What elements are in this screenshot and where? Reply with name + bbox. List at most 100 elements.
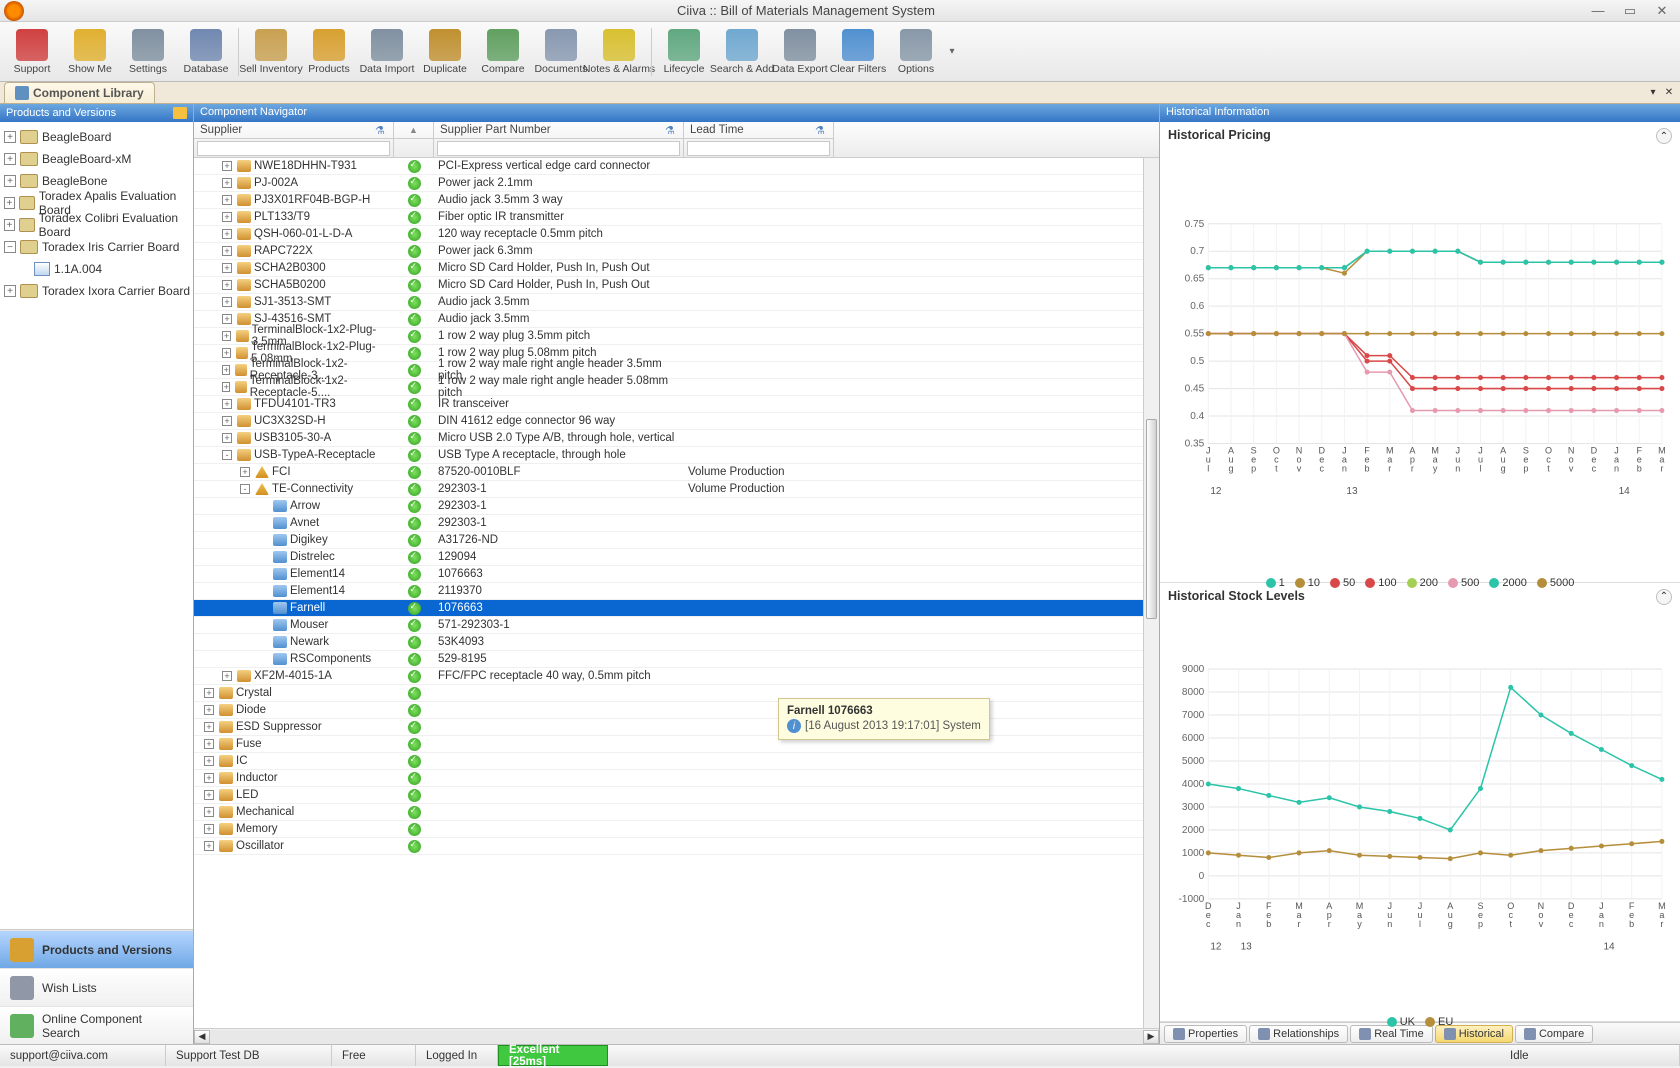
expand-icon[interactable]: + [222, 382, 230, 392]
expand-icon[interactable]: + [222, 433, 232, 443]
grid-row[interactable]: +IC [194, 753, 1159, 770]
grid-row[interactable]: +Mechanical [194, 804, 1159, 821]
expand-icon[interactable]: + [204, 773, 214, 783]
col-supplier-label[interactable]: Supplier [200, 124, 242, 136]
ribbon-options[interactable]: Options [888, 24, 944, 80]
collapse-icon[interactable]: ⌃ [1656, 128, 1672, 144]
grid-row[interactable]: Mouser 571-292303-1 [194, 617, 1159, 634]
ribbon-clear-filters[interactable]: Clear Filters [830, 24, 886, 80]
ribbon-support[interactable]: Support [4, 24, 60, 80]
ribbon-database[interactable]: Database [178, 24, 234, 80]
ribbon-show-me[interactable]: Show Me [62, 24, 118, 80]
grid-row[interactable]: +Diode [194, 702, 1159, 719]
expand-icon[interactable]: + [4, 285, 16, 297]
expand-icon[interactable]: + [4, 153, 16, 165]
expand-icon[interactable]: + [204, 722, 214, 732]
nav-online-component-search[interactable]: Online Component Search [0, 1006, 193, 1044]
scroll-left-icon[interactable]: ◀ [194, 1030, 210, 1044]
expand-icon[interactable]: + [4, 131, 16, 143]
grid-row[interactable]: Element14 1076663 [194, 566, 1159, 583]
tree-node[interactable]: +Toradex Ixora Carrier Board [2, 280, 191, 302]
grid-row[interactable]: +SCHA2B0300 Micro SD Card Holder, Push I… [194, 260, 1159, 277]
filter-icon[interactable]: ⚗ [665, 124, 677, 136]
grid-body[interactable]: +NWE18DHHN-T931 PCI-Express vertical edg… [194, 158, 1159, 1028]
filter-icon[interactable]: ⚗ [815, 124, 827, 136]
minimize-button[interactable]: — [1584, 2, 1612, 20]
tab-close-icon[interactable]: ✕ [1662, 85, 1676, 99]
grid-row[interactable]: -TE-Connectivity 292303-1 Volume Product… [194, 481, 1159, 498]
grid-row[interactable]: Arrow 292303-1 [194, 498, 1159, 515]
grid-row[interactable]: +USB3105-30-A Micro USB 2.0 Type A/B, th… [194, 430, 1159, 447]
grid-row[interactable]: +NWE18DHHN-T931 PCI-Express vertical edg… [194, 158, 1159, 175]
stock-chart[interactable]: -100001000200030004000500060007000800090… [1168, 607, 1672, 1011]
expand-icon[interactable]: + [204, 824, 214, 834]
grid-row[interactable]: +RAPC722X Power jack 6.3mm [194, 243, 1159, 260]
expand-icon[interactable]: + [222, 212, 232, 222]
grid-row[interactable]: +SJ1-3513-SMT Audio jack 3.5mm [194, 294, 1159, 311]
scrollbar-thumb[interactable] [1146, 419, 1157, 619]
ribbon-sell-inventory[interactable]: Sell Inventory [243, 24, 299, 80]
grid-row[interactable]: Newark 53K4093 [194, 634, 1159, 651]
grid-row[interactable]: Element14 2119370 [194, 583, 1159, 600]
expand-icon[interactable]: + [222, 671, 232, 681]
grid-row[interactable]: +Crystal [194, 685, 1159, 702]
grid-row[interactable]: +Oscillator [194, 838, 1159, 855]
tree-child[interactable]: 1.1A.004 [34, 258, 191, 280]
expand-icon[interactable]: - [222, 450, 232, 460]
sort-icon[interactable]: ▲ [409, 125, 418, 135]
expand-icon[interactable]: + [204, 790, 214, 800]
tree-node[interactable]: +BeagleBoard-xM [2, 148, 191, 170]
grid-row[interactable]: +ESD Suppressor [194, 719, 1159, 736]
pricing-chart[interactable]: 0.350.40.450.50.550.60.650.70.75JulAugSe… [1168, 146, 1672, 572]
grid-row[interactable]: +QSH-060-01-L-D-A 120 way receptacle 0.5… [194, 226, 1159, 243]
grid-row[interactable]: +Inductor [194, 770, 1159, 787]
grid-row[interactable]: Farnell 1076663 [194, 600, 1159, 617]
grid-row[interactable]: Avnet 292303-1 [194, 515, 1159, 532]
expand-icon[interactable]: + [204, 705, 214, 715]
expand-icon[interactable]: + [222, 246, 232, 256]
expand-icon[interactable]: + [204, 756, 214, 766]
expand-icon[interactable]: + [222, 314, 232, 324]
grid-row[interactable]: +FCI 87520-0010BLF Volume Production [194, 464, 1159, 481]
tab-component-library[interactable]: Component Library [4, 82, 155, 103]
close-button[interactable]: ✕ [1648, 2, 1676, 20]
tree-node[interactable]: +BeagleBoard [2, 126, 191, 148]
col-lead-label[interactable]: Lead Time [690, 124, 744, 136]
expand-icon[interactable]: + [222, 280, 232, 290]
products-tree[interactable]: +BeagleBoard+BeagleBoard-xM+BeagleBone+T… [0, 122, 193, 929]
tree-node[interactable]: +Toradex Colibri Evaluation Board [2, 214, 191, 236]
expand-icon[interactable]: + [204, 739, 214, 749]
ribbon-notes-alarms[interactable]: Notes & Alarms [591, 24, 647, 80]
expand-icon[interactable]: + [222, 195, 232, 205]
grid-row[interactable]: +PJ-002A Power jack 2.1mm [194, 175, 1159, 192]
ribbon-duplicate[interactable]: Duplicate [417, 24, 473, 80]
supplier-filter-input[interactable] [197, 141, 390, 156]
nav-wish-lists[interactable]: Wish Lists [0, 968, 193, 1006]
expand-icon[interactable]: − [4, 241, 16, 253]
filter-icon[interactable]: ⚗ [375, 124, 387, 136]
expand-icon[interactable]: + [240, 467, 250, 477]
scroll-right-icon[interactable]: ▶ [1143, 1030, 1159, 1044]
grid-row[interactable]: Distrelec 129094 [194, 549, 1159, 566]
grid-row[interactable]: +TerminalBlock-1x2-Receptacle-5.... 1 ro… [194, 379, 1159, 396]
ribbon-compare[interactable]: Compare [475, 24, 531, 80]
expand-icon[interactable]: + [204, 841, 214, 851]
maximize-button[interactable]: ▭ [1616, 2, 1644, 20]
tab-dropdown-icon[interactable]: ▾ [1646, 85, 1660, 99]
expand-icon[interactable]: + [222, 229, 232, 239]
grid-row[interactable]: +Memory [194, 821, 1159, 838]
part-filter-input[interactable] [437, 141, 680, 156]
expand-icon[interactable]: + [4, 197, 15, 209]
col-part-label[interactable]: Supplier Part Number [440, 124, 551, 136]
expand-icon[interactable]: + [222, 297, 232, 307]
expand-icon[interactable]: + [222, 399, 232, 409]
expand-icon[interactable]: - [240, 484, 250, 494]
ribbon-lifecycle[interactable]: Lifecycle [656, 24, 712, 80]
tree-node[interactable]: −Toradex Iris Carrier Board [2, 236, 191, 258]
grid-row[interactable]: +XF2M-4015-1A FFC/FPC receptacle 40 way,… [194, 668, 1159, 685]
horizontal-scrollbar[interactable]: ◀ ▶ [194, 1028, 1159, 1044]
expand-icon[interactable]: + [222, 161, 232, 171]
ribbon-data-export[interactable]: Data Export [772, 24, 828, 80]
expand-icon[interactable]: + [222, 331, 231, 341]
grid-row[interactable]: +PJ3X01RF04B-BGP-H Audio jack 3.5mm 3 wa… [194, 192, 1159, 209]
